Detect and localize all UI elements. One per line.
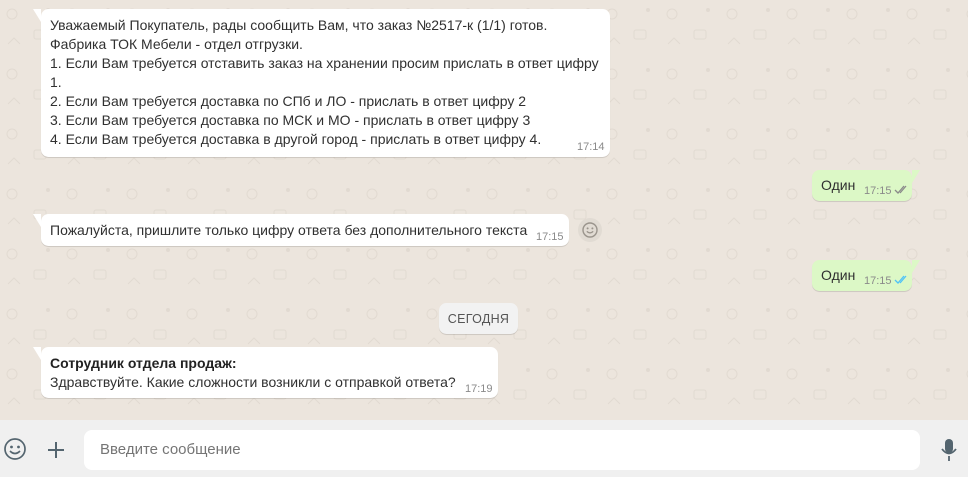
message-line: Фабрика ТОК Мебели - отдел отгрузки.: [50, 36, 303, 52]
plus-icon: [48, 442, 64, 458]
react-emoji-button[interactable]: [578, 218, 602, 242]
incoming-message[interactable]: Уважаемый Покупатель, рады сообщить Вам,…: [33, 9, 610, 157]
outgoing-message[interactable]: Один 17:15: [812, 170, 920, 201]
message-time: 17:19: [465, 383, 493, 395]
message-time: 17:15: [864, 275, 892, 287]
incoming-message[interactable]: Пожалуйста, пришлите только цифру ответа…: [33, 214, 569, 246]
bubble-tail: [33, 9, 41, 22]
outgoing-message[interactable]: Один 17:15: [812, 260, 920, 291]
incoming-message[interactable]: Сотрудник отдела продаж: Здравствуйте. К…: [33, 347, 498, 398]
message-text: Пожалуйста, пришлите только цифру ответа…: [50, 222, 528, 238]
emoji-icon: [4, 438, 26, 460]
message-time: 17:15: [536, 231, 564, 243]
message-line: 2. Если Вам требуется доставка по СПб и …: [50, 93, 527, 109]
message-line: 3. Если Вам требуется доставка по МСК и …: [50, 112, 531, 128]
voice-button[interactable]: [938, 437, 960, 463]
bubble-tail: [912, 260, 920, 273]
message-time: 17:14: [577, 141, 605, 153]
message-input[interactable]: [84, 430, 920, 470]
microphone-icon: [941, 439, 957, 461]
message-time: 17:15: [864, 185, 892, 197]
read-ticks-icon: [894, 275, 907, 284]
chat-area[interactable]: Уважаемый Покупатель, рады сообщить Вам,…: [0, 0, 968, 420]
date-divider: СЕГОДНЯ: [439, 303, 518, 334]
message-line: 1.: [50, 74, 62, 90]
message-line: 1. Если Вам требуется отставить заказ на…: [50, 55, 599, 71]
bubble-tail: [33, 347, 41, 360]
emoji-button[interactable]: [2, 436, 28, 462]
read-ticks-icon: [894, 185, 907, 194]
bubble-tail: [912, 170, 920, 183]
message-sender: Сотрудник отдела продаж:: [50, 355, 237, 371]
attach-button[interactable]: [44, 438, 68, 462]
message-line: Уважаемый Покупатель, рады сообщить Вам,…: [50, 17, 548, 33]
message-text: Здравствуйте. Какие сложности возникли с…: [50, 374, 456, 390]
bubble-tail: [33, 214, 41, 227]
message-line: 4. Если Вам требуется доставка в другой …: [50, 131, 542, 147]
smiley-icon: [582, 222, 598, 238]
